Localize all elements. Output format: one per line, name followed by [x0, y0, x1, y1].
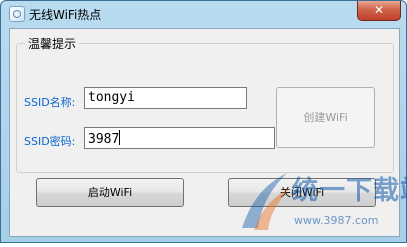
- watermark-logo-icon: [242, 173, 290, 230]
- ssid-name-label: SSID名称:: [24, 96, 76, 109]
- site-watermark: 统一下载站 www.3987.com: [232, 158, 407, 243]
- window-title: 无线WiFi热点: [29, 8, 102, 22]
- ssid-password-value: 3987: [88, 132, 120, 147]
- create-wifi-label: 创建WiFi: [303, 111, 348, 124]
- start-wifi-button[interactable]: 启动WiFi: [36, 178, 184, 207]
- watermark-url: www.3987.com: [294, 214, 379, 227]
- ssid-name-input[interactable]: tongyi: [84, 87, 247, 109]
- create-wifi-button[interactable]: 创建WiFi: [276, 87, 375, 148]
- title-bar[interactable]: 无线WiFi热点 ✕: [1, 1, 406, 27]
- text-caret: [119, 130, 121, 145]
- watermark-brand: 统一下载站: [292, 176, 407, 206]
- group-title: 温馨提示: [25, 35, 80, 52]
- app-icon: [9, 6, 25, 22]
- close-icon: ✕: [373, 3, 385, 17]
- start-wifi-label: 启动WiFi: [87, 186, 133, 199]
- close-button[interactable]: ✕: [357, 1, 401, 21]
- ssid-password-label: SSID密码:: [24, 135, 76, 148]
- ssid-password-input[interactable]: 3987: [84, 127, 275, 149]
- ssid-name-value: tongyi: [88, 90, 135, 105]
